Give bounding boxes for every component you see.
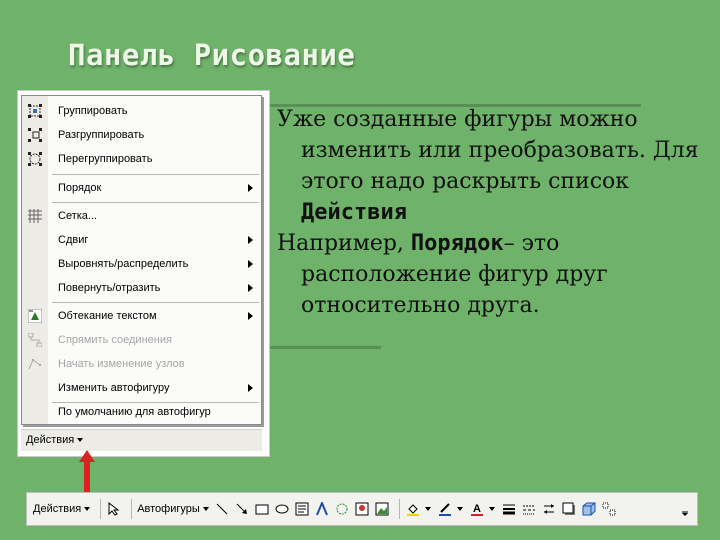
menu-item-label: Перегруппировать	[58, 153, 153, 165]
ungroup-icon	[22, 123, 48, 147]
oval-icon[interactable]	[274, 501, 290, 517]
menu-item-nudge[interactable]: Сдвиг	[22, 228, 261, 252]
menu-item-label: Выровнять/распределить	[58, 258, 189, 270]
chevron-down-icon[interactable]	[424, 507, 431, 511]
fill-color-icon[interactable]	[405, 501, 421, 517]
chevron-down-icon	[202, 507, 209, 511]
toolbar-actions-label: Действия	[33, 503, 82, 515]
menu-item-label: Сдвиг	[58, 234, 89, 246]
menu-item-label: Изменить автофигуру	[58, 382, 170, 394]
paragraph-2-bold: Порядок	[410, 231, 504, 256]
group-icon	[22, 99, 48, 123]
slide-title: Панель Рисование	[68, 38, 356, 72]
drawing-toolbar: Действия Автофигуры A	[26, 492, 698, 526]
menu-item-change-autoshape[interactable]: Изменить автофигуру	[22, 376, 261, 400]
line-icon[interactable]	[214, 501, 230, 517]
rectangle-icon[interactable]	[254, 501, 270, 517]
submenu-arrow-icon	[248, 384, 253, 392]
wordart-icon[interactable]	[314, 501, 330, 517]
menu-item-set-autoshape-defaults[interactable]: По умолчанию для автофигур	[22, 400, 261, 424]
submenu-arrow-icon	[248, 236, 253, 244]
actions-button-label: Действия	[26, 434, 75, 446]
menu-item-label: Начать изменение узлов	[58, 358, 185, 370]
actions-menu-screenshot: Группировать Разгруппировать Перегруппир…	[17, 90, 270, 457]
menu-item-label: По умолчанию для автофигур	[58, 406, 211, 418]
menu-separator	[52, 174, 259, 175]
edit-points-icon	[22, 352, 48, 376]
diagram-icon[interactable]	[334, 501, 350, 517]
3d-icon[interactable]	[581, 501, 597, 517]
toolbar-autoshapes-label: Автофигуры	[137, 503, 200, 515]
menu-item-label: Порядок	[58, 182, 102, 194]
more-icon[interactable]	[601, 501, 617, 517]
regroup-icon	[22, 147, 48, 171]
actions-menu: Группировать Разгруппировать Перегруппир…	[21, 95, 262, 425]
actions-dropdown-button[interactable]: Действия	[26, 434, 84, 446]
decorative-line	[265, 346, 381, 349]
menu-item-group[interactable]: Группировать	[22, 99, 261, 123]
line-color-icon[interactable]	[437, 501, 453, 517]
svg-text:A: A	[473, 503, 481, 515]
line-style-icon[interactable]	[501, 501, 517, 517]
menu-item-label: Обтекание текстом	[58, 310, 157, 322]
font-color-icon[interactable]: A	[469, 501, 485, 517]
paragraph-1-bold: Действия	[301, 200, 407, 225]
slide-body-text: Уже созданные фигуры можно изменить или …	[277, 104, 707, 321]
chevron-down-icon[interactable]	[488, 507, 495, 511]
chevron-down-icon	[84, 507, 91, 511]
dash-style-icon[interactable]	[521, 501, 537, 517]
menu-item-regroup[interactable]: Перегруппировать	[22, 147, 261, 171]
menu-item-text-wrapping[interactable]: Обтекание текстом	[22, 304, 261, 328]
menu-item-label: Спрямить соединения	[58, 334, 172, 346]
submenu-arrow-icon	[248, 260, 253, 268]
toolbar-options-icon[interactable]	[677, 501, 693, 517]
menu-item-grid[interactable]: Сетка...	[22, 204, 261, 228]
menu-item-order[interactable]: Порядок	[22, 176, 261, 200]
menu-item-reroute-connectors: Спрямить соединения	[22, 328, 261, 352]
menu-item-label: Разгруппировать	[58, 129, 145, 141]
menu-item-label: Повернуть/отразить	[58, 282, 161, 294]
arrow-icon[interactable]	[234, 501, 250, 517]
clip-art-icon[interactable]	[354, 501, 370, 517]
menu-item-ungroup[interactable]: Разгруппировать	[22, 123, 261, 147]
submenu-arrow-icon	[248, 312, 253, 320]
toolbar-separator	[131, 499, 133, 519]
menu-footer-toolbar: Действия	[21, 429, 262, 451]
menu-item-label: Сетка...	[58, 210, 98, 222]
toolbar-autoshapes-button[interactable]: Автофигуры	[137, 498, 209, 520]
submenu-arrow-icon	[248, 284, 253, 292]
toolbar-separator	[100, 499, 102, 519]
submenu-arrow-icon	[248, 184, 253, 192]
picture-icon[interactable]	[374, 501, 390, 517]
menu-item-rotate-flip[interactable]: Повернуть/отразить	[22, 276, 261, 300]
grid-icon	[22, 204, 48, 228]
toolbar-separator	[398, 499, 400, 519]
menu-item-align-distribute[interactable]: Выровнять/распределить	[22, 252, 261, 276]
paragraph-1: Уже созданные фигуры можно изменить или …	[277, 104, 707, 228]
paragraph-2-prefix: Например,	[277, 231, 411, 256]
paragraph-2: Например, Порядок– это расположение фигу…	[277, 228, 707, 321]
text-box-icon[interactable]	[294, 501, 310, 517]
shadow-icon[interactable]	[561, 501, 577, 517]
menu-separator	[52, 302, 259, 303]
reroute-connectors-icon	[22, 328, 48, 352]
text-wrap-icon	[22, 304, 48, 328]
paragraph-1-text: Уже созданные фигуры можно изменить или …	[277, 107, 699, 194]
select-arrow-icon[interactable]	[106, 501, 122, 517]
toolbar-actions-button[interactable]: Действия	[33, 498, 91, 520]
menu-item-edit-points: Начать изменение узлов	[22, 352, 261, 376]
menu-item-label: Группировать	[58, 105, 128, 117]
arrow-style-icon[interactable]	[541, 501, 557, 517]
menu-separator	[52, 202, 259, 203]
chevron-down-icon	[77, 438, 84, 442]
chevron-down-icon[interactable]	[456, 507, 463, 511]
